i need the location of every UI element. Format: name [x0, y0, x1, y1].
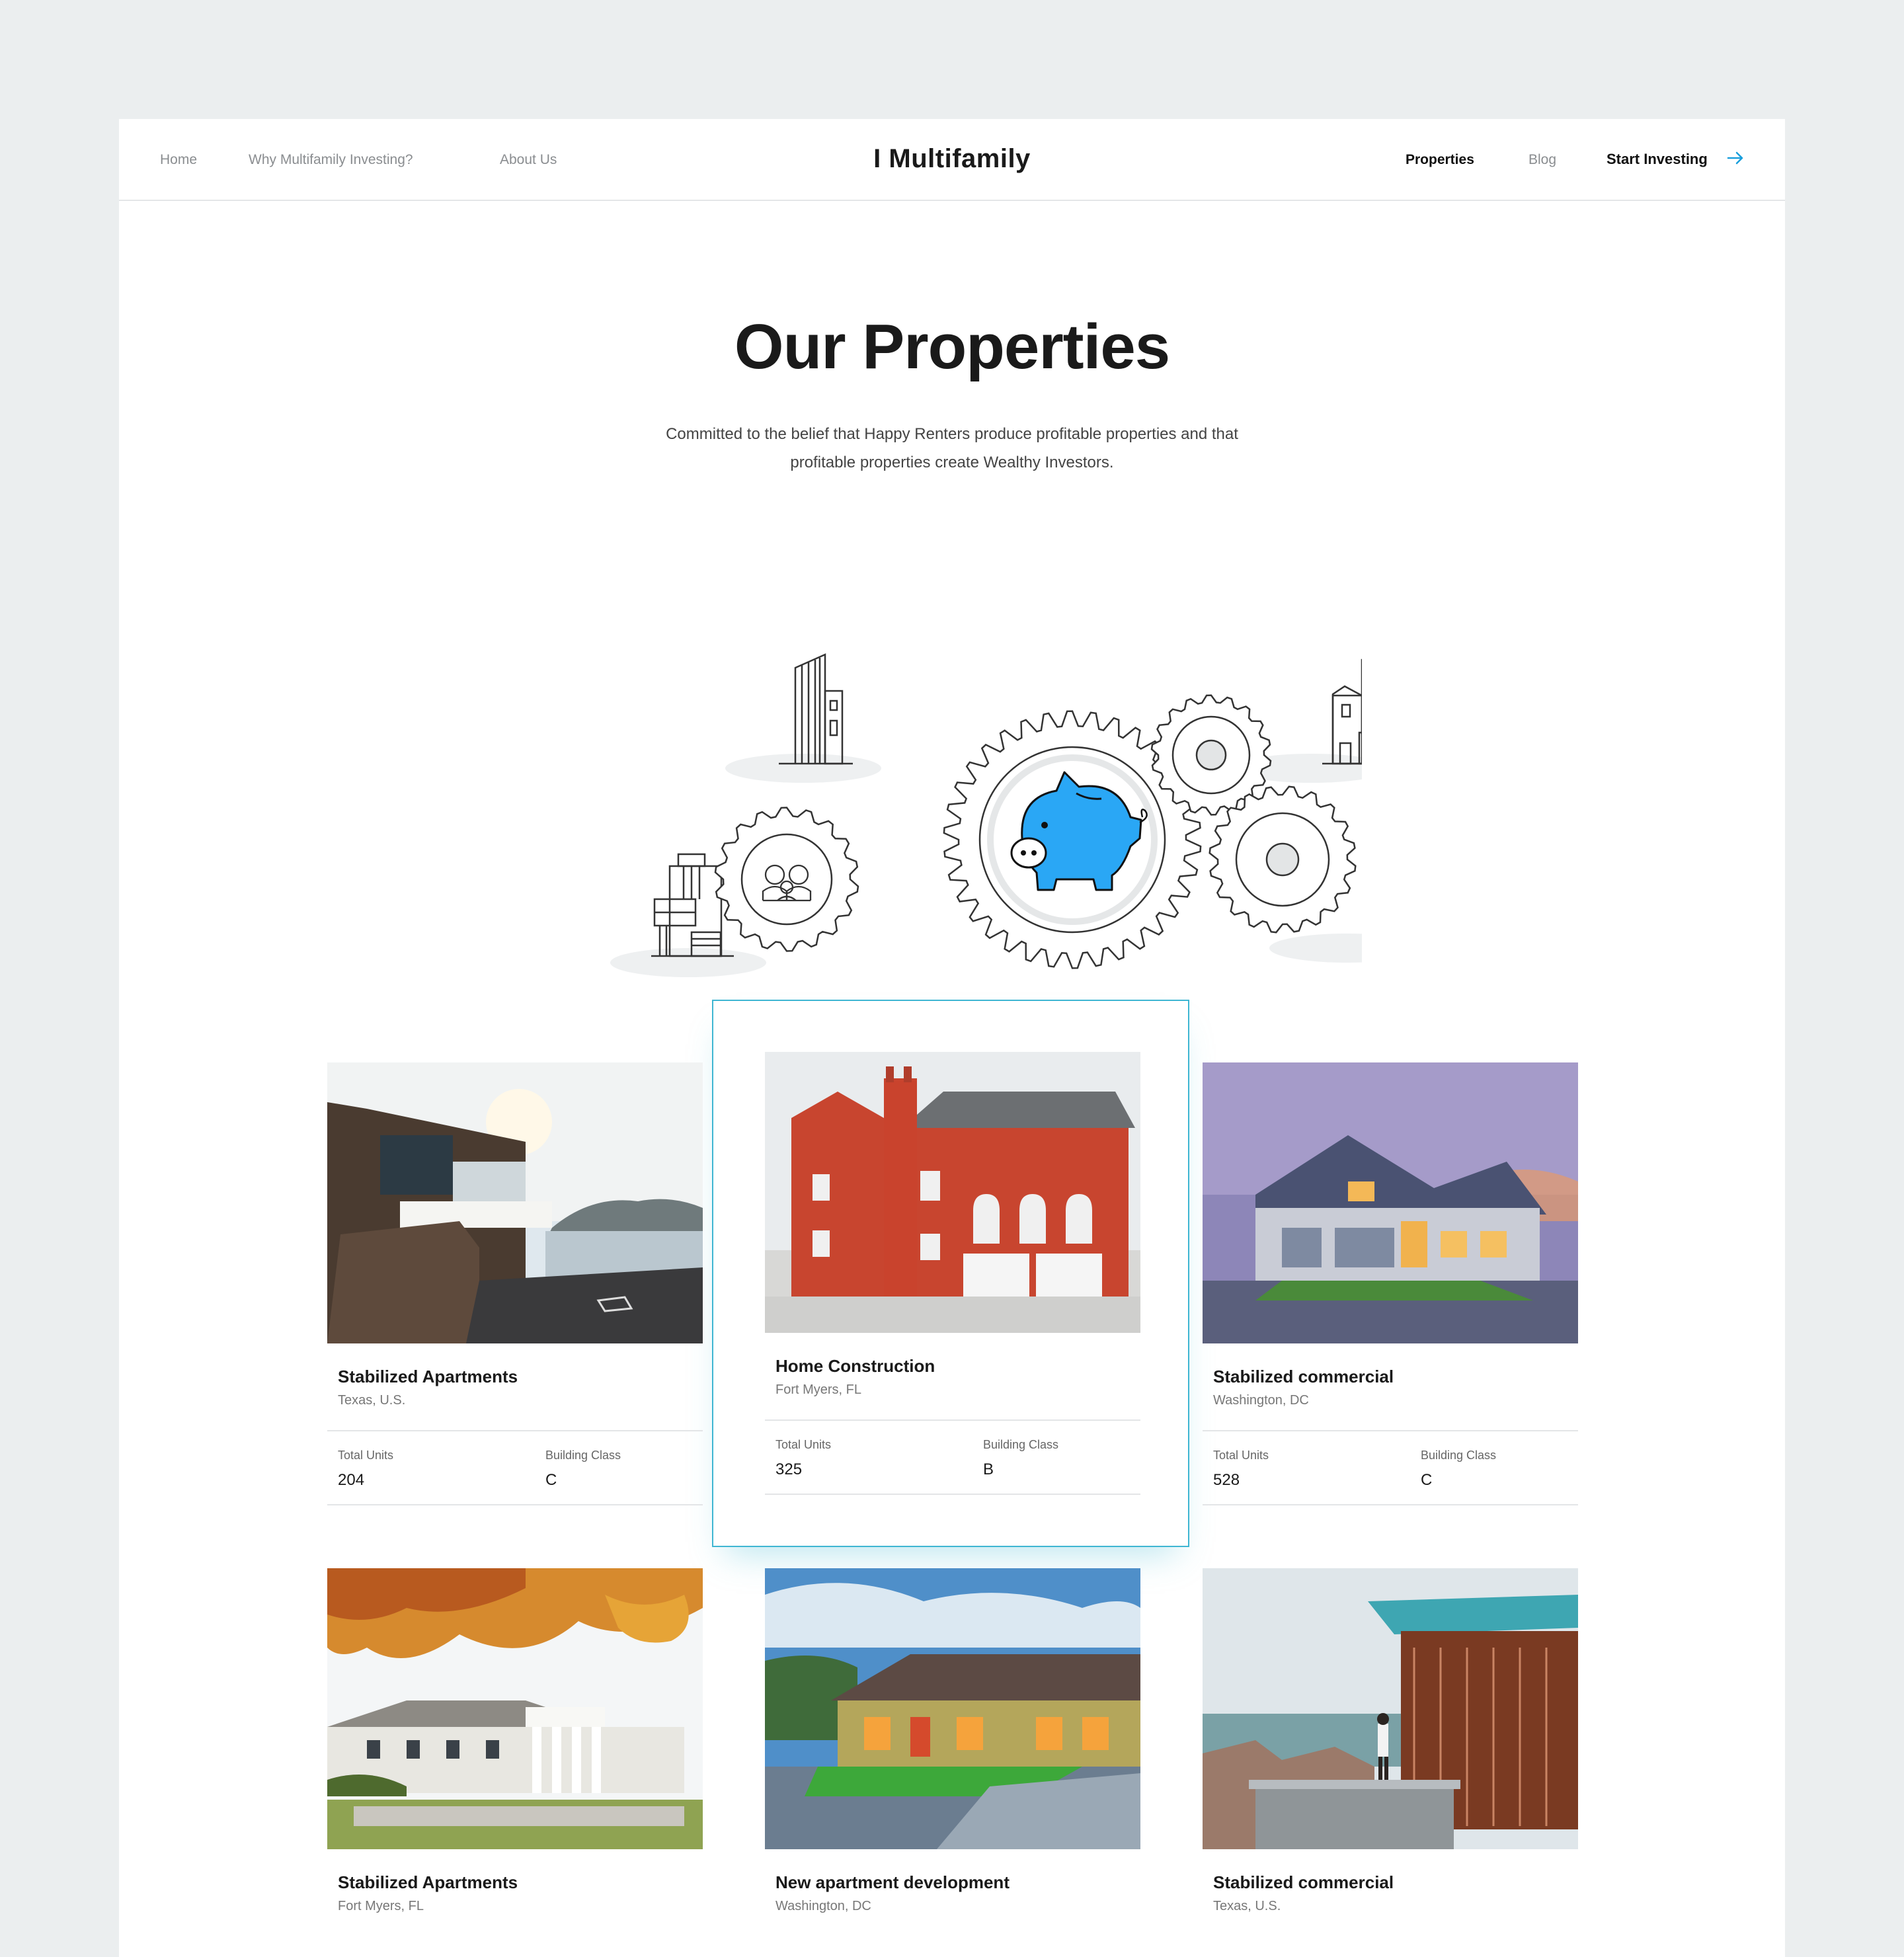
- top-nav: Home Why Multifamily Investing? About Us…: [119, 119, 1785, 201]
- property-card[interactable]: Stabilized Apartments Texas, U.S. Total …: [327, 1062, 703, 1525]
- property-photo: [1203, 1568, 1578, 1849]
- property-card[interactable]: New apartment development Washington, DC: [765, 1568, 1140, 1938]
- gear-icon: [1209, 785, 1357, 934]
- arrow-right-icon[interactable]: [1726, 148, 1745, 168]
- property-photo: [327, 1568, 703, 1849]
- divider: [1203, 1430, 1578, 1431]
- property-photo: [1203, 1062, 1578, 1343]
- property-location: Texas, U.S.: [338, 1393, 406, 1408]
- page-subtitle: Committed to the belief that Happy Rente…: [621, 420, 1283, 477]
- total-units-value: 325: [775, 1460, 803, 1478]
- property-location: Washington, DC: [1213, 1393, 1309, 1408]
- building-class-value: C: [1421, 1471, 1433, 1489]
- nav-blog[interactable]: Blog: [1528, 152, 1556, 168]
- property-title: Stabilized commercial: [1213, 1367, 1394, 1386]
- property-photo: [765, 1052, 1140, 1333]
- property-title: Stabilized Apartments: [338, 1872, 518, 1892]
- property-card[interactable]: Stabilized commercial Washington, DC Tot…: [1203, 1062, 1578, 1525]
- building-icon: [779, 653, 853, 765]
- building-icon: [1322, 659, 1362, 765]
- property-card[interactable]: Stabilized Apartments Fort Myers, FL: [327, 1568, 703, 1938]
- property-photo: [327, 1062, 703, 1343]
- property-title: New apartment development: [775, 1872, 1010, 1892]
- page-title: Our Properties: [734, 311, 1170, 382]
- total-units-value: 528: [1213, 1471, 1240, 1489]
- property-location: Fort Myers, FL: [338, 1899, 424, 1913]
- subtitle-line-2: profitable properties create Wealthy Inv…: [790, 454, 1114, 471]
- divider: [765, 1494, 1140, 1495]
- piggy-bank-icon: [987, 754, 1158, 925]
- property-photo: [765, 1568, 1140, 1849]
- property-title: Home Construction: [775, 1356, 935, 1376]
- property-location: Texas, U.S.: [1213, 1899, 1281, 1913]
- property-location: Fort Myers, FL: [775, 1382, 862, 1397]
- divider: [1203, 1504, 1578, 1505]
- total-units-label: Total Units: [775, 1438, 832, 1451]
- start-investing-button[interactable]: Start Investing: [1606, 151, 1708, 168]
- page-container: Home Why Multifamily Investing? About Us…: [119, 119, 1785, 1957]
- subtitle-line-1: Committed to the belief that Happy Rente…: [666, 425, 1238, 443]
- property-card[interactable]: Stabilized commercial Texas, U.S.: [1203, 1568, 1578, 1938]
- building-class-value: C: [545, 1471, 557, 1489]
- property-title: Stabilized commercial: [1213, 1872, 1394, 1892]
- building-class-label: Building Class: [545, 1449, 621, 1462]
- property-location: Washington, DC: [775, 1899, 871, 1913]
- total-units-value: 204: [338, 1471, 365, 1489]
- building-class-value: B: [983, 1460, 994, 1478]
- building-class-label: Building Class: [1421, 1449, 1497, 1462]
- property-card[interactable]: Home Construction Fort Myers, FL Total U…: [765, 1052, 1140, 1515]
- gear-icon: [714, 807, 859, 952]
- total-units-label: Total Units: [1213, 1449, 1269, 1462]
- building-class-label: Building Class: [983, 1438, 1059, 1451]
- property-title: Stabilized Apartments: [338, 1367, 518, 1386]
- divider: [327, 1504, 703, 1505]
- nav-properties[interactable]: Properties: [1406, 152, 1474, 168]
- divider: [765, 1419, 1140, 1421]
- gears-illustration: [610, 653, 1362, 977]
- divider: [327, 1430, 703, 1431]
- total-units-label: Total Units: [338, 1449, 394, 1462]
